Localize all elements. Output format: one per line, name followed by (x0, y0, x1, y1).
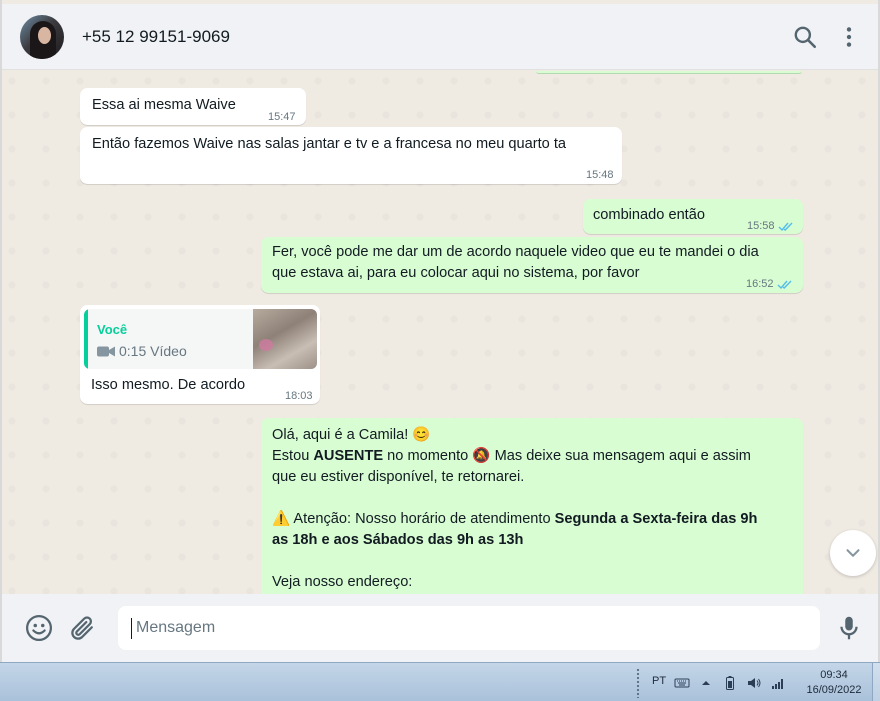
quote-accent-bar (84, 309, 88, 369)
clock-date: 16/09/2022 (806, 684, 862, 696)
message-time: 16:52 (746, 278, 774, 290)
auto-reply-body: Olá, aqui é a Camila! 😊 Estou AUSENTE no… (272, 425, 797, 593)
message-text-line: as 18h e aos Sábados das 9h as 13h (272, 530, 797, 551)
search-icon[interactable] (792, 24, 818, 50)
message-incoming-reply[interactable]: Você 0:15 Vídeo Isso mesmo. De acordo 18… (80, 305, 320, 404)
keyboard-icon[interactable] (674, 675, 690, 691)
message-meta: 15:58 (747, 216, 794, 237)
text-bold: as 18h e aos Sábados das 9h as 13h (272, 532, 524, 548)
os-taskbar: PT 09:34 16/09/2022 (0, 662, 880, 701)
message-text-line: Fer, você pode me dar um de acordo naque… (272, 244, 759, 260)
message-meta: 16:52 (746, 274, 793, 295)
message-text-line: que estava ai, para eu colocar aqui no s… (272, 265, 640, 281)
video-thumbnail (253, 309, 317, 369)
message-text-line: Estou AUSENTE no momento 🔕 Mas deixe sua… (272, 446, 797, 467)
double-check-icon (777, 279, 793, 290)
text-fragment: ⚠️ Atenção: Nosso horário de atendimento (272, 511, 555, 527)
double-check-icon (778, 221, 794, 232)
chevron-down-icon (846, 549, 860, 557)
message-text: Isso mesmo. De acordo (91, 377, 246, 393)
text-fragment: no momento 🔕 Mas deixe sua mensagem aqui… (383, 448, 751, 464)
text-bold: AUSENTE (313, 448, 384, 464)
quote-media: 0:15 Vídeo (97, 341, 187, 362)
text-bold: Segunda a Sexta-feira das 9h (554, 511, 758, 527)
language-indicator[interactable]: PT (652, 675, 666, 687)
chat-panel[interactable]: Essa ai mesma Waive 15:47 Então fazemos … (2, 71, 878, 594)
tray-expand-icon[interactable] (698, 675, 714, 691)
quote-author: Você (97, 322, 128, 337)
previous-message-edge (536, 71, 802, 74)
message-text-line: Veja nosso endereço: (272, 574, 413, 590)
clock-time: 09:34 (820, 669, 848, 681)
system-clock[interactable]: 09:34 16/09/2022 (800, 668, 868, 698)
battery-icon[interactable] (722, 675, 738, 691)
chat-header: +55 12 99151-9069 (2, 4, 878, 70)
composer-bar (2, 594, 878, 662)
message-text: Então fazemos Waive nas salas jantar e t… (92, 136, 567, 152)
scroll-to-bottom-button[interactable] (830, 530, 876, 576)
message-input[interactable] (118, 606, 820, 650)
message-text-line: ⚠️ Atenção: Nosso horário de atendimento… (272, 509, 797, 530)
text-caret (131, 618, 132, 639)
message-incoming[interactable]: Então fazemos Waive nas salas jantar e t… (80, 127, 622, 184)
message-time: 15:58 (747, 220, 775, 232)
message-outgoing-auto-reply[interactable]: Olá, aqui é a Camila! 😊 Estou AUSENTE no… (261, 418, 803, 594)
message-time: 15:47 (268, 111, 296, 123)
message-time: 15:48 (586, 169, 614, 181)
text-fragment: Estou (272, 448, 314, 464)
taskbar-grip[interactable] (636, 668, 640, 698)
contact-avatar[interactable] (20, 15, 64, 59)
show-desktop-button[interactable] (872, 663, 880, 701)
thumbnail-detail (259, 339, 273, 351)
message-time: 18:03 (285, 390, 313, 402)
paperclip-icon[interactable] (68, 613, 98, 643)
more-vertical-icon[interactable] (836, 24, 862, 50)
message-text-line: Olá, aqui é a Camila! 😊 (272, 427, 431, 443)
avatar-face (38, 27, 51, 44)
volume-icon[interactable] (746, 675, 762, 691)
message-outgoing[interactable]: Fer, você pode me dar um de acordo naque… (261, 237, 803, 293)
message-text: Essa ai mesma Waive (92, 97, 236, 113)
message-incoming[interactable]: Essa ai mesma Waive 15:47 (80, 88, 306, 125)
microphone-icon[interactable] (834, 613, 864, 643)
video-camera-icon (97, 346, 115, 357)
contact-name[interactable]: +55 12 99151-9069 (82, 27, 230, 47)
message-outgoing[interactable]: combinado então 15:58 (583, 199, 803, 234)
emoji-icon[interactable] (24, 613, 54, 643)
message-text-line: que eu estiver disponível, te retornarei… (272, 469, 525, 485)
network-signal-icon[interactable] (770, 675, 786, 691)
quote-media-label: 0:15 Vídeo (119, 343, 187, 359)
message-text: combinado então (593, 207, 705, 223)
quoted-message[interactable]: Você 0:15 Vídeo (84, 309, 317, 369)
